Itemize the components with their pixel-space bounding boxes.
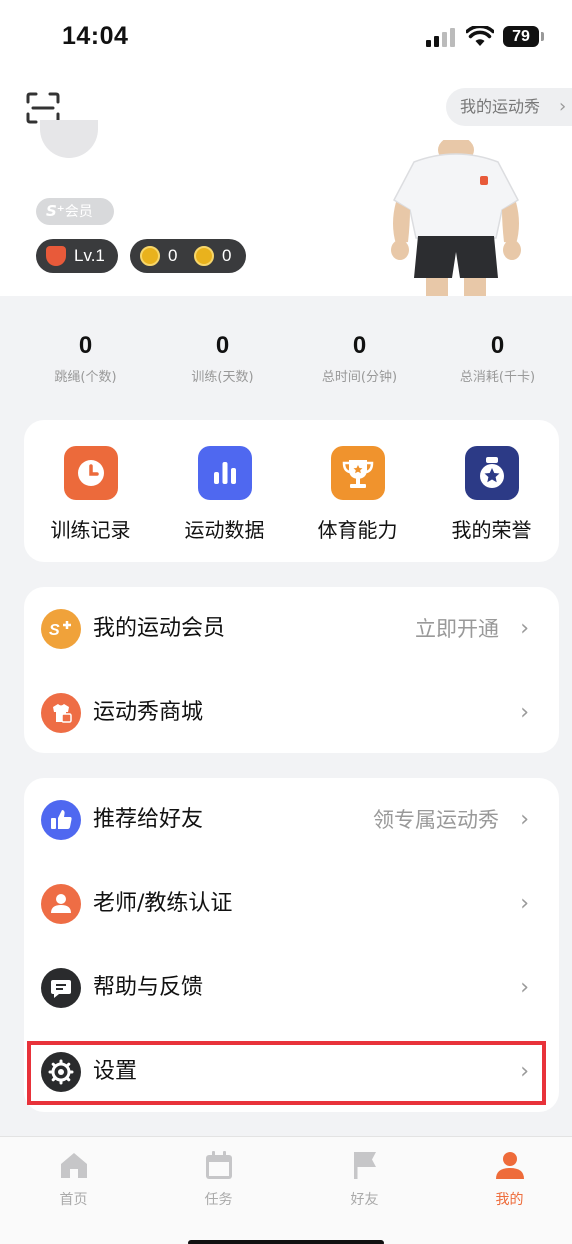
stat-value: 0 [490, 332, 505, 359]
menu-item-teacher-certification[interactable]: 老师/教练认证 › [24, 862, 559, 946]
bottom-tab-bar: 首页 任务 好友 我的 [0, 1136, 572, 1244]
tab-home[interactable]: 首页 [2, 1149, 145, 1209]
status-time: 14:04 [62, 22, 129, 50]
my-sport-show-label: 我的运动秀 [460, 97, 541, 116]
svip-icon: S [41, 609, 81, 649]
gold-coin-icon [140, 246, 160, 266]
member-badge-label: 会员 [64, 204, 93, 220]
home-icon [58, 1149, 90, 1181]
menu-extra: 领专属运动秀 [373, 808, 499, 832]
shortcut-label: 训练记录 [50, 518, 131, 542]
stat-total-time[interactable]: 0 总时间(分钟) [288, 320, 431, 385]
stat-label: 总消耗(千卡) [459, 370, 536, 385]
shortcut-label: 体育能力 [317, 518, 398, 542]
avatar-character[interactable] [386, 140, 526, 296]
tab-label: 首页 [59, 1192, 88, 1208]
menu-label: 帮助与反馈 [93, 975, 204, 1000]
membership-card: S 我的运动会员 立即开通 › 运动秀商城 › [24, 587, 559, 753]
shop-icon [41, 693, 81, 733]
tab-mine[interactable]: 我的 [438, 1149, 572, 1209]
stat-label: 训练(天数) [191, 370, 254, 385]
menu-item-sport-membership[interactable]: S 我的运动会员 立即开通 › [24, 587, 559, 671]
chevron-right-icon: › [520, 975, 529, 1000]
stat-jump-rope[interactable]: 0 跳绳(个数) [14, 320, 157, 385]
shortcut-my-honors[interactable]: 我的荣誉 [425, 446, 558, 543]
stat-value: 0 [78, 332, 93, 359]
stat-label: 总时间(分钟) [321, 370, 398, 385]
tab-label: 好友 [350, 1192, 379, 1208]
tab-tasks[interactable]: 任务 [147, 1149, 290, 1209]
bolt-coin-icon [194, 246, 214, 266]
medal-icon [464, 446, 519, 500]
signal-icon [426, 27, 456, 47]
stat-total-calories[interactable]: 0 总消耗(千卡) [426, 320, 569, 385]
settings-highlight [27, 1041, 546, 1105]
tab-friends[interactable]: 好友 [293, 1149, 436, 1209]
shortcut-label: 运动数据 [184, 518, 265, 542]
coins-badge[interactable]: 0 0 [130, 239, 246, 273]
shortcuts-card: 训练记录 运动数据 体育能力 我的荣誉 [24, 420, 559, 562]
flag-icon [349, 1149, 381, 1181]
my-sport-show-button[interactable]: 我的运动秀 › [446, 88, 572, 126]
chevron-right-icon: › [520, 807, 529, 832]
menu-label: 老师/教练认证 [93, 891, 233, 916]
chevron-right-icon: › [520, 891, 529, 916]
menu-label: 运动秀商城 [93, 700, 204, 725]
calendar-icon [203, 1149, 235, 1181]
member-badge[interactable]: S⁺会员 [36, 198, 114, 225]
battery-tip [541, 32, 544, 41]
tab-label: 任务 [204, 1192, 233, 1208]
gold-coin-count: 0 [168, 246, 178, 265]
menu-label: 我的运动会员 [93, 616, 226, 641]
shortcut-training-record[interactable]: 训练记录 [24, 446, 157, 543]
chevron-right-icon: › [559, 96, 567, 117]
chevron-right-icon: › [520, 616, 529, 641]
shortcut-sport-data[interactable]: 运动数据 [158, 446, 291, 543]
status-bar: 14:04 79 [0, 0, 572, 74]
chat-icon [41, 968, 81, 1008]
teacher-icon [41, 884, 81, 924]
menu-extra: 立即开通 [415, 617, 499, 641]
bar-chart-icon [197, 446, 252, 500]
trophy-icon [330, 446, 385, 500]
menu-item-recommend-friends[interactable]: 推荐给好友 领专属运动秀 › [24, 778, 559, 862]
svg-text:S: S [49, 622, 60, 639]
battery-indicator: 79 [503, 26, 539, 47]
wifi-icon [466, 26, 494, 46]
shortcut-sport-ability[interactable]: 体育能力 [291, 446, 424, 543]
tab-label: 我的 [495, 1192, 524, 1208]
shortcut-label: 我的荣誉 [451, 518, 532, 542]
stat-training-days[interactable]: 0 训练(天数) [151, 320, 294, 385]
bolt-coin-count: 0 [222, 246, 232, 265]
menu-label: 推荐给好友 [93, 807, 204, 832]
svip-logo-icon: S⁺ [46, 202, 65, 220]
user-icon [494, 1149, 526, 1181]
stats-row: 0 跳绳(个数) 0 训练(天数) 0 总时间(分钟) 0 总消耗(千卡) [0, 320, 572, 400]
shield-icon [46, 246, 66, 266]
home-indicator [188, 1240, 384, 1244]
level-label: Lv.1 [74, 246, 105, 265]
menu-item-help-feedback[interactable]: 帮助与反馈 › [24, 946, 559, 1030]
stat-label: 跳绳(个数) [54, 370, 117, 385]
chevron-right-icon: › [520, 700, 529, 725]
clock-icon [63, 446, 118, 500]
thumbs-up-icon [41, 800, 81, 840]
stat-value: 0 [352, 332, 367, 359]
stat-value: 0 [215, 332, 230, 359]
menu-item-show-mall[interactable]: 运动秀商城 › [24, 671, 559, 755]
level-badge[interactable]: Lv.1 [36, 239, 118, 273]
